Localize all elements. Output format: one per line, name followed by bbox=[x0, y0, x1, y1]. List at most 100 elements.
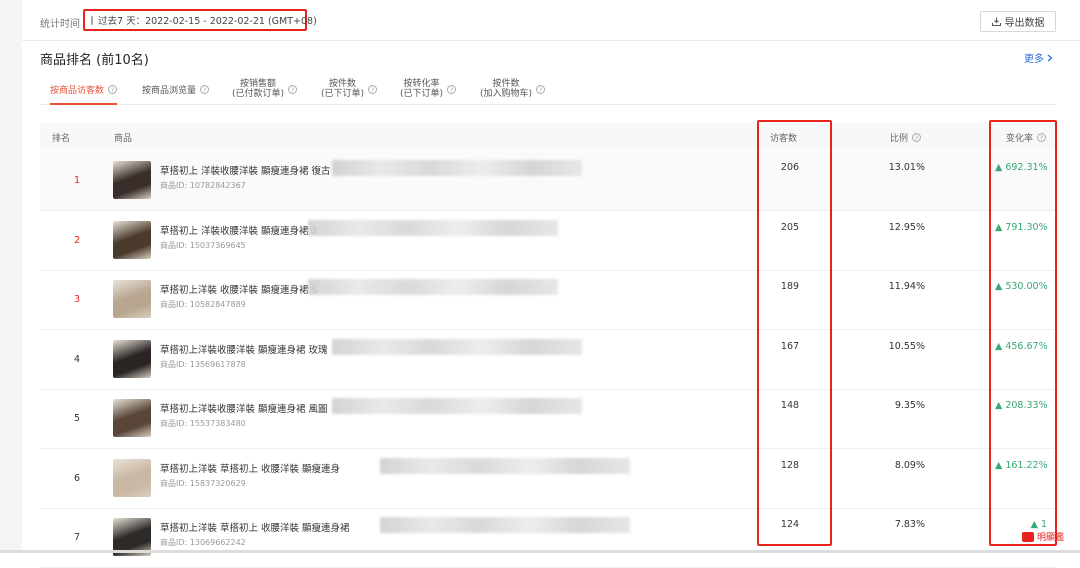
help-icon[interactable]: ? bbox=[447, 84, 457, 94]
product-id-prefix: 商品ID: bbox=[160, 538, 190, 547]
tab-sublabel: (已下订单) bbox=[400, 89, 444, 99]
tab-label: 按转化率 bbox=[403, 79, 440, 89]
more-link-label: 更多 bbox=[1024, 54, 1044, 65]
watermark-text: 明顯鑑 bbox=[1037, 533, 1065, 543]
header-product: 商品 bbox=[114, 131, 132, 144]
more-link[interactable]: 更多 bbox=[1024, 50, 1053, 65]
product-id: 商品ID: 10782842367 bbox=[160, 180, 246, 191]
help-icon[interactable]: ? bbox=[536, 84, 546, 94]
product-id-value: 15037369645 bbox=[189, 240, 246, 250]
tab-label: 按商品浏览量 bbox=[142, 85, 197, 96]
row-rank: 2 bbox=[73, 234, 81, 246]
product-id-value: 13569617878 bbox=[189, 359, 246, 369]
header-ratio[interactable]: 比例? bbox=[890, 131, 922, 144]
tab-label: 按件数 bbox=[492, 79, 520, 89]
product-name[interactable]: 草搭初上洋裝收腰洋裝 顯瘦連身裙 風圖 bbox=[160, 401, 328, 415]
tab-label: 按商品访客数 bbox=[50, 85, 105, 96]
left-sidebar-strip bbox=[0, 0, 22, 553]
product-id-value: 15837320629 bbox=[189, 478, 246, 488]
product-id-prefix: 商品ID: bbox=[160, 419, 190, 428]
stat-time-label: 统计时间 bbox=[40, 19, 80, 30]
blurred-product-name bbox=[332, 160, 582, 176]
date-range-text: 过去7 天：2022-02-15 - 2022-02-21 (GMT+08) bbox=[98, 16, 317, 27]
tab-sales-amount[interactable]: 按销售额 (已付款订单) ? bbox=[232, 74, 298, 104]
product-name[interactable]: 草搭初上洋裝 草搭初上 收腰洋裝 顯瘦連身 bbox=[160, 461, 340, 475]
header-ratio-label: 比例 bbox=[890, 134, 909, 144]
help-icon[interactable]: ? bbox=[288, 84, 298, 94]
blurred-product-name bbox=[308, 279, 558, 295]
table-row[interactable]: 1 草搭初上 洋裝收腰洋裝 顯瘦連身裙 復古 商品ID: 10782842367 20… bbox=[40, 150, 1056, 211]
product-id-prefix: 商品ID: bbox=[160, 181, 190, 190]
tab-product-views[interactable]: 按商品浏览量 ? bbox=[142, 74, 210, 104]
product-name[interactable]: 草搭初上洋裝 草搭初上 收腰洋裝 顯瘦連身裙 bbox=[160, 520, 350, 534]
product-id-value: 15537383480 bbox=[189, 419, 246, 428]
chevron-right-icon bbox=[1047, 54, 1053, 61]
ranking-tabs: 按商品访客数 ? 按商品浏览量 ? 按销售额 (已付款订单) ? 按件数 (已下订单… bbox=[40, 74, 1056, 105]
product-id-value: 10582847889 bbox=[189, 300, 246, 309]
product-thumbnail[interactable] bbox=[113, 161, 151, 199]
tab-label: 按件数 bbox=[329, 79, 357, 89]
product-id: 商品ID: 10582847889 bbox=[160, 299, 246, 310]
calendar-icon bbox=[91, 15, 93, 25]
tab-sublabel: (已付款订单) bbox=[232, 89, 285, 99]
table-row[interactable]: 3 草搭初上洋裝 收腰洋裝 顯瘦連身裙 S 商品ID: 10582847889 189… bbox=[40, 269, 1056, 330]
header-rank-label: 排名 bbox=[52, 134, 71, 144]
row-ratio: 10.55% bbox=[888, 340, 925, 352]
tab-sublabel: (加入购物车) bbox=[480, 89, 533, 99]
download-icon bbox=[991, 17, 1001, 26]
change-column-highlight bbox=[989, 120, 1057, 546]
table-row[interactable]: 5 草搭初上洋裝收腰洋裝 顯瘦連身裙 風圖 商品ID: 15537383480 148… bbox=[40, 388, 1056, 449]
table-header: 排名 商品 访客数 比例? 变化率? bbox=[40, 123, 1056, 149]
help-icon[interactable]: ? bbox=[912, 133, 922, 142]
row-rank: 7 bbox=[73, 532, 81, 543]
visits-column-highlight bbox=[757, 120, 832, 546]
product-id: 商品ID: 15037369645 bbox=[160, 240, 246, 251]
row-ratio: 11.94% bbox=[888, 281, 925, 292]
product-thumbnail[interactable] bbox=[113, 220, 151, 259]
product-thumbnail[interactable] bbox=[113, 458, 151, 497]
product-name[interactable]: 草搭初上 洋裝收腰洋裝 顯瘦連身裙 復古 bbox=[160, 163, 331, 177]
watermark: 明顯鑑 bbox=[1022, 530, 1064, 543]
tab-product-visitors[interactable]: 按商品访客数 ? bbox=[50, 74, 118, 105]
product-id: 商品ID: 13069662242 bbox=[160, 537, 246, 548]
table-row[interactable]: 7 草搭初上洋裝 草搭初上 收腰洋裝 顯瘦連身裙 商品ID: 13069662242… bbox=[40, 507, 1056, 568]
export-data-button[interactable]: 导出数据 bbox=[980, 11, 1056, 32]
product-name[interactable]: 草搭初上 洋裝收腰洋裝 顯瘦連身裙 2 bbox=[160, 223, 318, 237]
help-icon[interactable]: ? bbox=[108, 84, 118, 94]
product-id-prefix: 商品ID: bbox=[160, 240, 190, 250]
help-icon[interactable]: ? bbox=[200, 84, 210, 94]
product-id: 商品ID: 15837320629 bbox=[160, 478, 246, 489]
tab-sublabel: (已下订单) bbox=[321, 89, 365, 99]
tab-units-added-to-cart[interactable]: 按件数 (加入购物车) ? bbox=[480, 74, 546, 104]
product-name[interactable]: 草搭初上洋裝 收腰洋裝 顯瘦連身裙 S bbox=[160, 282, 318, 296]
date-range-picker[interactable]: 过去7 天：2022-02-15 - 2022-02-21 (GMT+08) bbox=[83, 9, 317, 31]
table-row[interactable]: 6 草搭初上洋裝 草搭初上 收腰洋裝 顯瘦連身 商品ID: 15837320629 1… bbox=[40, 448, 1056, 509]
tab-label: 按销售额 bbox=[240, 79, 277, 89]
tab-conversion-rate[interactable]: 按转化率 (已下订单) ? bbox=[400, 74, 457, 104]
product-thumbnail[interactable] bbox=[113, 399, 151, 437]
tab-units-ordered[interactable]: 按件数 (已下订单) ? bbox=[321, 74, 378, 104]
product-thumbnail[interactable] bbox=[113, 339, 151, 378]
product-id-prefix: 商品ID: bbox=[160, 478, 190, 488]
blurred-product-name bbox=[332, 338, 582, 355]
row-ratio: 9.35% bbox=[894, 400, 925, 411]
header-rank: 排名 bbox=[52, 131, 70, 144]
row-ratio: 12.95% bbox=[888, 221, 925, 233]
product-id-value: 13069662242 bbox=[189, 538, 246, 547]
blurred-product-name bbox=[332, 398, 582, 414]
export-data-label: 导出数据 bbox=[1004, 18, 1045, 29]
product-name[interactable]: 草搭初上洋裝收腰洋裝 顯瘦連身裙 玫瑰 bbox=[160, 342, 328, 356]
row-rank: 5 bbox=[73, 413, 81, 424]
table-row[interactable]: 2 草搭初上 洋裝收腰洋裝 顯瘦連身裙 2 商品ID: 15037369645 205… bbox=[40, 210, 1056, 271]
blurred-product-name bbox=[308, 219, 558, 236]
help-icon[interactable]: ? bbox=[368, 84, 378, 94]
blurred-product-name bbox=[380, 457, 630, 474]
row-rank: 3 bbox=[73, 294, 81, 305]
row-rank: 6 bbox=[73, 472, 81, 484]
watermark-logo-icon bbox=[1022, 531, 1034, 542]
product-id-value: 10782842367 bbox=[189, 181, 246, 190]
row-rank: 4 bbox=[73, 353, 81, 365]
product-thumbnail[interactable] bbox=[113, 280, 151, 318]
table-row[interactable]: 4 草搭初上洋裝收腰洋裝 顯瘦連身裙 玫瑰 商品ID: 13569617878 167… bbox=[40, 329, 1056, 390]
product-id-prefix: 商品ID: bbox=[160, 359, 190, 369]
